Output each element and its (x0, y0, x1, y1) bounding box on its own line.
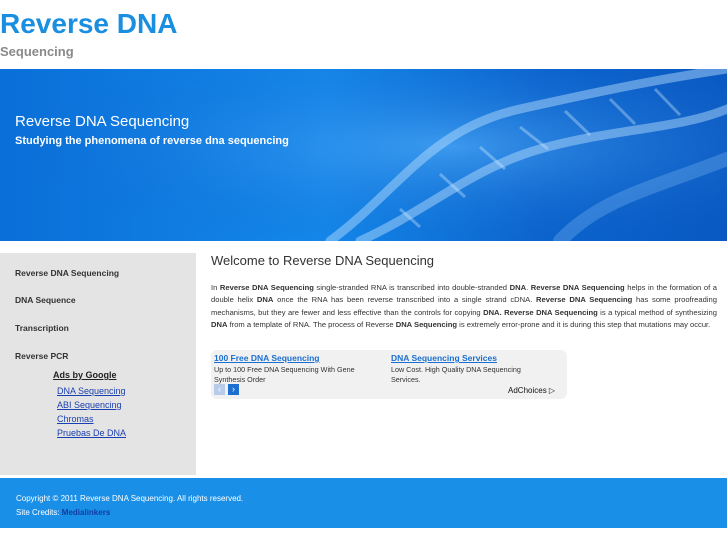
intro-paragraph: In Reverse DNA Sequencing single-strande… (211, 282, 717, 332)
banner-subtitle: Studying the phenomena of reverse dna se… (15, 135, 289, 147)
ad-title-dna-sequencing-services[interactable]: DNA Sequencing Services (391, 353, 497, 363)
sidebar-item-transcription[interactable]: Transcription (15, 323, 69, 333)
banner: Reverse DNA Sequencing Studying the phen… (0, 69, 727, 241)
copyright-text: Copyright © 2011 Reverse DNA Sequencing.… (16, 494, 244, 503)
banner-title: Reverse DNA Sequencing (15, 113, 190, 130)
bold-term: DNA. Reverse DNA Sequencing (483, 307, 598, 317)
bold-term: Reverse DNA Sequencing (536, 295, 633, 305)
ad-link-pruebas-de-dna[interactable]: Pruebas De DNA (57, 428, 126, 438)
adchoices-link[interactable]: AdChoices ▷ (508, 386, 555, 395)
ad-description: Up to 100 Free DNA Sequencing With Gene … (214, 365, 355, 384)
bold-term: DNA (256, 295, 274, 305)
site-title[interactable]: Reverse DNA (0, 8, 177, 40)
ad-prev-icon[interactable]: ‹ (214, 384, 225, 395)
bold-term: DNA (211, 320, 228, 330)
ad-next-icon[interactable]: › (228, 384, 239, 395)
sidebar (0, 253, 196, 475)
site-credits-link[interactable]: Medialinkers (62, 508, 110, 517)
paragraph-text: In (211, 283, 220, 292)
site-header: Reverse DNA Sequencing (0, 0, 727, 69)
page-title: Welcome to Reverse DNA Sequencing (211, 253, 435, 268)
site-credits: Site Credits: Medialinkers (16, 508, 110, 517)
ad-link-abi-sequencing[interactable]: ABI Sequencing (57, 400, 122, 410)
ad-link-dna-sequencing[interactable]: DNA Sequencing (57, 386, 126, 396)
ad-description: Low Cost. High Quality DNA Sequencing Se… (391, 365, 521, 384)
sidebar-item-reverse-pcr[interactable]: Reverse PCR (15, 351, 68, 361)
sidebar-item-dna-sequence[interactable]: DNA Sequence (15, 295, 76, 305)
ads-by-google-label[interactable]: Ads by Google (53, 370, 117, 380)
bold-term: Reverse DNA Sequencing (530, 283, 625, 292)
paragraph-text: is a typical method of synthesizing (597, 307, 717, 317)
paragraph-text: is extremely error-prone and it is durin… (457, 320, 711, 330)
sidebar-item-reverse-dna-sequencing[interactable]: Reverse DNA Sequencing (15, 268, 119, 278)
ad-link-chromas[interactable]: Chromas (57, 414, 94, 424)
paragraph-text: from a template of RNA. The process of R… (227, 320, 396, 330)
dna-helix-graphic (0, 69, 727, 241)
paragraph-text: once the RNA has been reverse transcribe… (273, 295, 537, 305)
ad-title-100-free-dna-sequencing[interactable]: 100 Free DNA Sequencing (214, 353, 320, 363)
paragraph-text: single-stranded RNA is transcribed into … (313, 283, 510, 292)
site-credits-label: Site Credits: (16, 508, 62, 517)
bold-term: DNA Sequencing (395, 320, 458, 330)
footer (0, 478, 727, 528)
bold-term: DNA (509, 283, 527, 292)
site-subtitle: Sequencing (0, 44, 74, 59)
bold-term: Reverse DNA Sequencing (219, 283, 314, 292)
